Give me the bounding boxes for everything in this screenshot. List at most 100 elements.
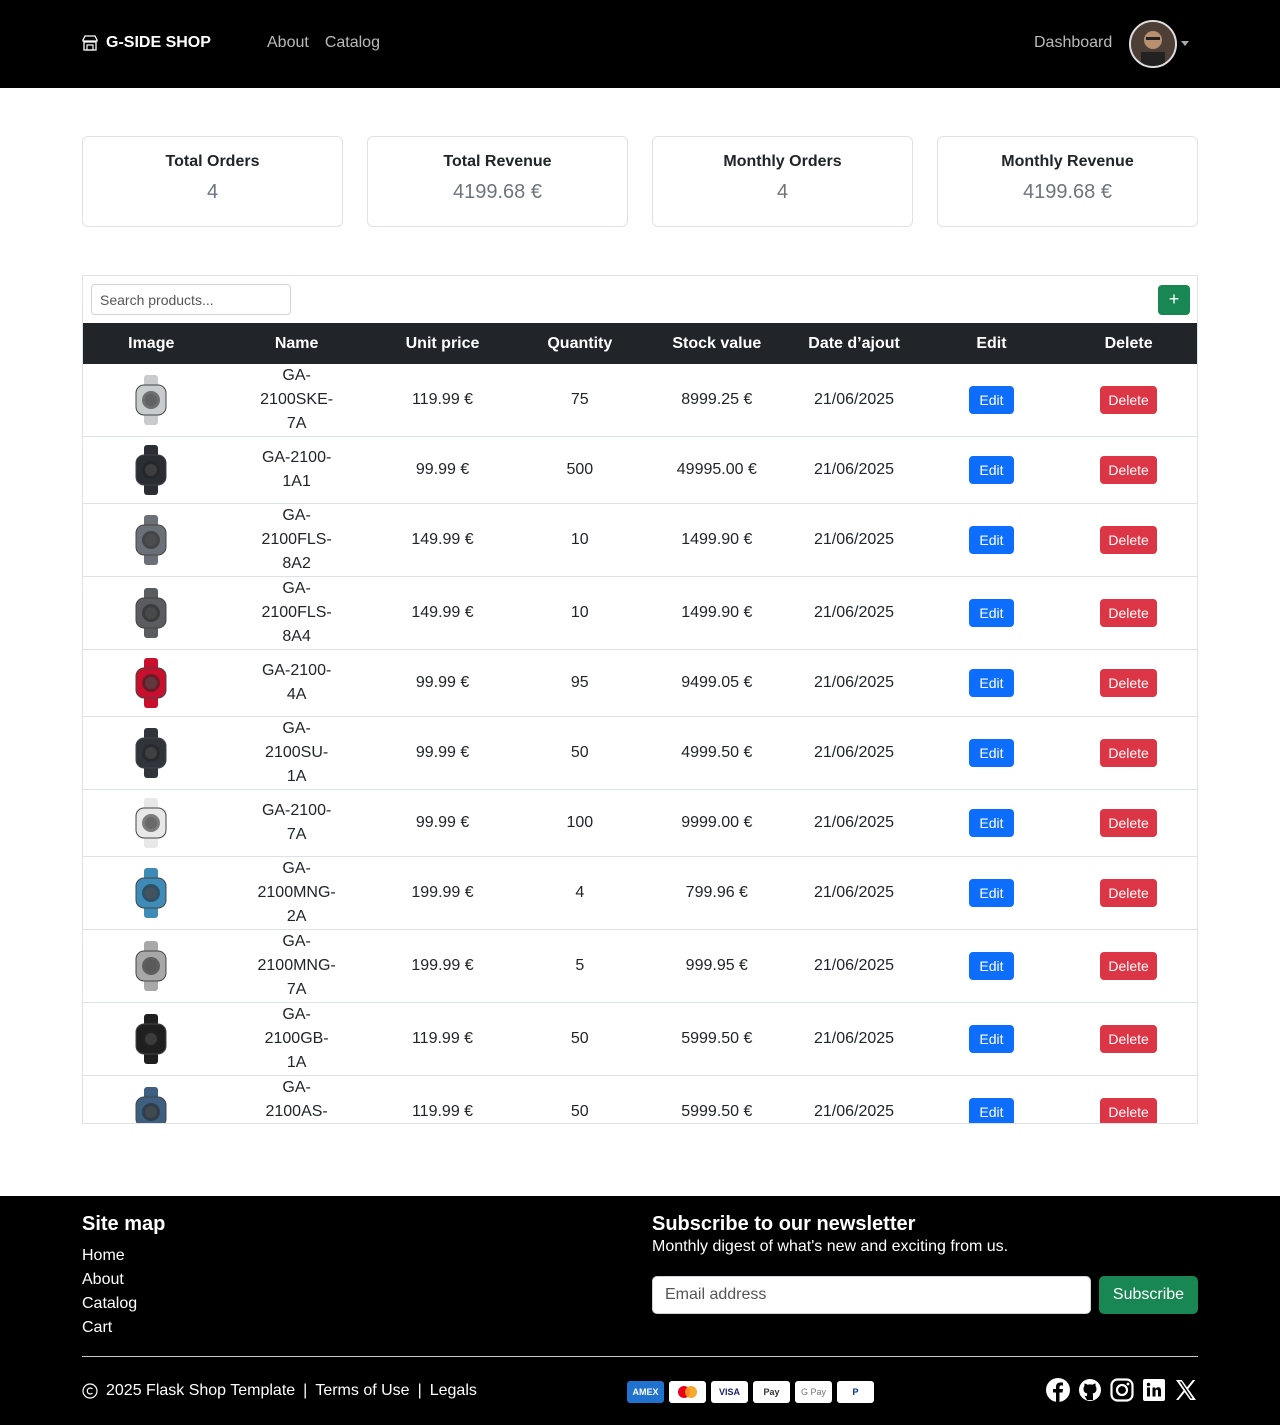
product-date: 21/06/2025 — [785, 649, 923, 717]
delete-button[interactable]: Delete — [1100, 739, 1157, 767]
apple-pay-icon: Pay — [753, 1381, 790, 1403]
edit-button[interactable]: Edit — [969, 599, 1014, 627]
linkedin-icon[interactable] — [1142, 1378, 1166, 1402]
navbar: G-SIDE SHOP About Catalog Dashboard — [0, 0, 1280, 88]
product-name: GA-2100SKE-7A — [219, 364, 374, 437]
delete-cell: Delete — [1060, 364, 1197, 437]
product-image-cell — [83, 1002, 220, 1076]
edit-cell: Edit — [922, 364, 1061, 437]
product-stock-value: 999.95 € — [648, 929, 786, 1003]
edit-cell: Edit — [922, 436, 1061, 504]
subscribe-button[interactable]: Subscribe — [1099, 1276, 1198, 1314]
delete-button[interactable]: Delete — [1100, 526, 1157, 554]
add-product-button[interactable]: + — [1158, 285, 1190, 315]
instagram-icon[interactable] — [1110, 1378, 1134, 1402]
delete-cell: Delete — [1060, 576, 1197, 650]
edit-cell: Edit — [922, 503, 1061, 577]
product-quantity: 500 — [511, 436, 649, 504]
edit-button[interactable]: Edit — [969, 879, 1014, 907]
product-image-cell — [83, 576, 220, 650]
table-row: GA-2100-4A 99.99 € 95 9499.05 € 21/06/20… — [83, 649, 1197, 717]
stat-monthly-orders: Monthly Orders 4 — [652, 136, 913, 227]
google-pay-icon: G Pay — [795, 1381, 832, 1403]
product-date: 21/06/2025 — [785, 929, 923, 1003]
col-header-delete: Delete — [1104, 334, 1153, 352]
product-stock-value: 5999.50 € — [648, 1075, 786, 1123]
col-header-quantity: Quantity — [547, 334, 613, 352]
product-name: GA-2100GB-1A — [219, 1002, 374, 1076]
product-image-cell — [83, 436, 220, 504]
col-header-unit-price: Unit price — [405, 334, 480, 352]
table-row: GA-2100FLS-8A2 149.99 € 10 1499.90 € 21/… — [83, 503, 1197, 577]
terms-link[interactable]: Terms of Use — [315, 1382, 409, 1400]
watch-image — [135, 941, 167, 991]
watch-image — [135, 375, 167, 425]
product-stock-value: 799.96 € — [648, 856, 786, 930]
delete-button[interactable]: Delete — [1100, 1025, 1157, 1053]
table-row: GA-2100AS-2A 119.99 € 50 5999.50 € 21/06… — [83, 1075, 1197, 1123]
delete-button[interactable]: Delete — [1100, 456, 1157, 484]
footer-link-home[interactable]: Home — [82, 1244, 165, 1268]
paypal-icon: P — [837, 1381, 874, 1403]
delete-button[interactable]: Delete — [1100, 809, 1157, 837]
edit-button[interactable]: Edit — [969, 386, 1014, 414]
product-quantity: 50 — [511, 1075, 649, 1123]
product-name: GA-2100AS-2A — [219, 1075, 374, 1123]
legals-link[interactable]: Legals — [430, 1382, 477, 1400]
product-name: GA-2100SU-1A — [219, 716, 374, 790]
mastercard-icon — [669, 1381, 706, 1403]
brand-link[interactable]: G-SIDE SHOP — [82, 34, 211, 52]
delete-button[interactable]: Delete — [1100, 386, 1157, 414]
table-row: GA-2100-7A 99.99 € 100 9999.00 € 21/06/2… — [83, 789, 1197, 857]
edit-cell: Edit — [922, 1075, 1061, 1123]
product-unit-price: 119.99 € — [373, 1002, 512, 1076]
footer-link-cart[interactable]: Cart — [82, 1316, 165, 1340]
product-image-cell — [83, 789, 220, 857]
email-field[interactable] — [652, 1276, 1091, 1314]
edit-button[interactable]: Edit — [969, 526, 1014, 554]
delete-button[interactable]: Delete — [1100, 669, 1157, 697]
stat-total-orders: Total Orders 4 — [82, 136, 343, 227]
product-stock-value: 1499.90 € — [648, 576, 786, 650]
product-quantity: 100 — [511, 789, 649, 857]
table-row: GA-2100SKE-7A 119.99 € 75 8999.25 € 21/0… — [83, 364, 1197, 437]
footer-link-catalog[interactable]: Catalog — [82, 1292, 165, 1316]
edit-button[interactable]: Edit — [969, 952, 1014, 980]
watch-image — [135, 588, 167, 638]
product-date: 21/06/2025 — [785, 1075, 923, 1123]
delete-button[interactable]: Delete — [1100, 879, 1157, 907]
avatar[interactable] — [1129, 20, 1177, 68]
watch-image — [135, 515, 167, 565]
x-icon[interactable] — [1174, 1378, 1198, 1402]
facebook-icon[interactable] — [1046, 1378, 1070, 1402]
product-image-cell — [83, 1075, 220, 1123]
github-icon[interactable] — [1078, 1378, 1102, 1402]
edit-button[interactable]: Edit — [969, 809, 1014, 837]
watch-image — [135, 728, 167, 778]
edit-button[interactable]: Edit — [969, 1098, 1014, 1123]
newsletter-subtitle: Monthly digest of what's new and excitin… — [652, 1238, 1009, 1255]
edit-button[interactable]: Edit — [969, 669, 1014, 697]
col-header-stock-value: Stock value — [672, 334, 762, 352]
footer-link-about[interactable]: About — [82, 1268, 165, 1292]
nav-link-about[interactable]: About — [267, 34, 309, 52]
chevron-down-icon[interactable] — [1181, 41, 1189, 46]
delete-button[interactable]: Delete — [1100, 1098, 1157, 1123]
product-quantity: 95 — [511, 649, 649, 717]
nav-link-dashboard[interactable]: Dashboard — [1034, 34, 1112, 52]
edit-button[interactable]: Edit — [969, 456, 1014, 484]
separator: | — [417, 1382, 422, 1399]
social-links — [1046, 1378, 1198, 1402]
delete-button[interactable]: Delete — [1100, 599, 1157, 627]
nav-link-catalog[interactable]: Catalog — [325, 34, 380, 52]
col-header-date: Date d’ajout — [808, 334, 900, 352]
delete-cell: Delete — [1060, 789, 1197, 857]
delete-button[interactable]: Delete — [1100, 952, 1157, 980]
delete-cell: Delete — [1060, 436, 1197, 504]
edit-button[interactable]: Edit — [969, 739, 1014, 767]
product-stock-value: 9499.05 € — [648, 649, 786, 717]
edit-button[interactable]: Edit — [969, 1025, 1014, 1053]
copyright-icon — [82, 1383, 98, 1399]
amex-icon: AMEX — [627, 1381, 664, 1403]
search-input[interactable] — [91, 284, 291, 315]
